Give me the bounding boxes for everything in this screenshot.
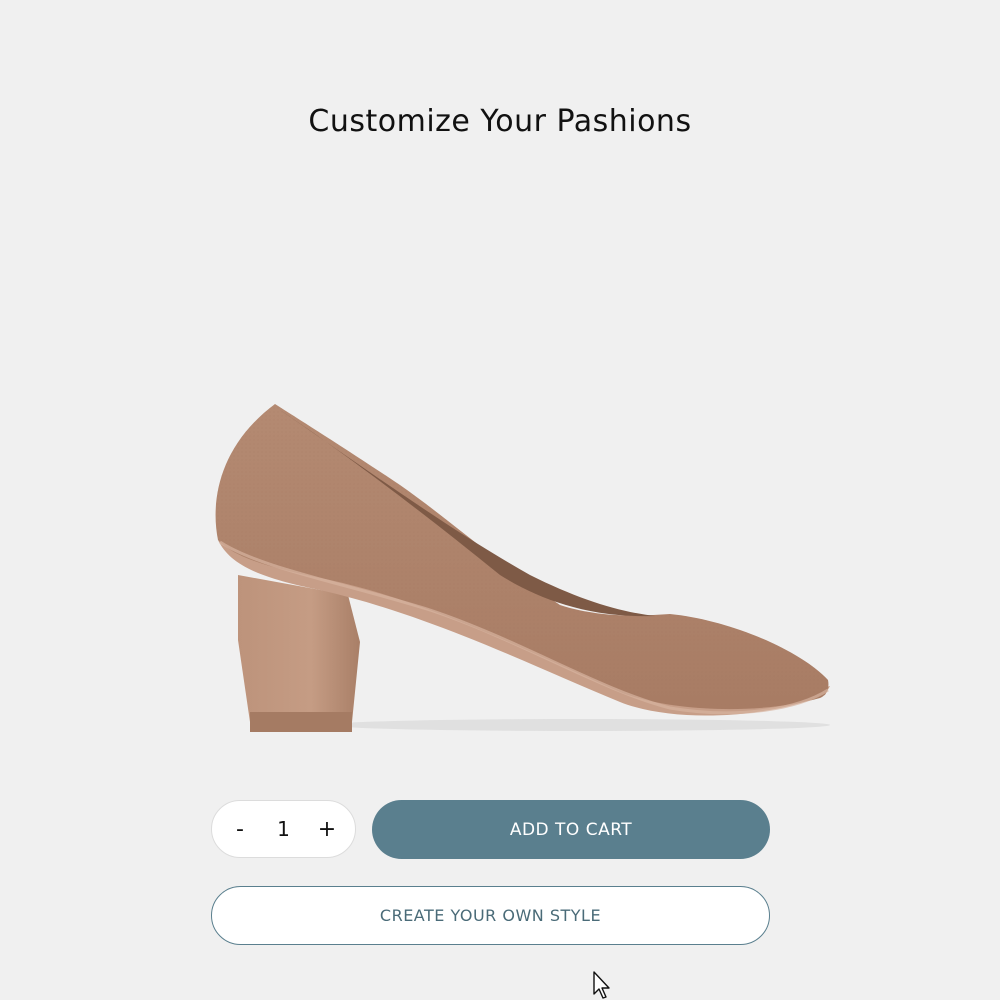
decrement-button[interactable]: -	[222, 809, 258, 849]
create-your-own-style-button[interactable]: CREATE YOUR OWN STYLE	[211, 886, 770, 945]
quantity-input[interactable]	[261, 816, 306, 842]
mouse-cursor-icon	[593, 971, 610, 999]
add-to-cart-button[interactable]: ADD TO CART	[372, 800, 770, 859]
product-shoe-image	[215, 404, 830, 732]
page-title: Customize Your Pashions	[308, 104, 692, 139]
quantity-stepper[interactable]: - +	[211, 800, 356, 858]
increment-button[interactable]: +	[309, 809, 345, 849]
